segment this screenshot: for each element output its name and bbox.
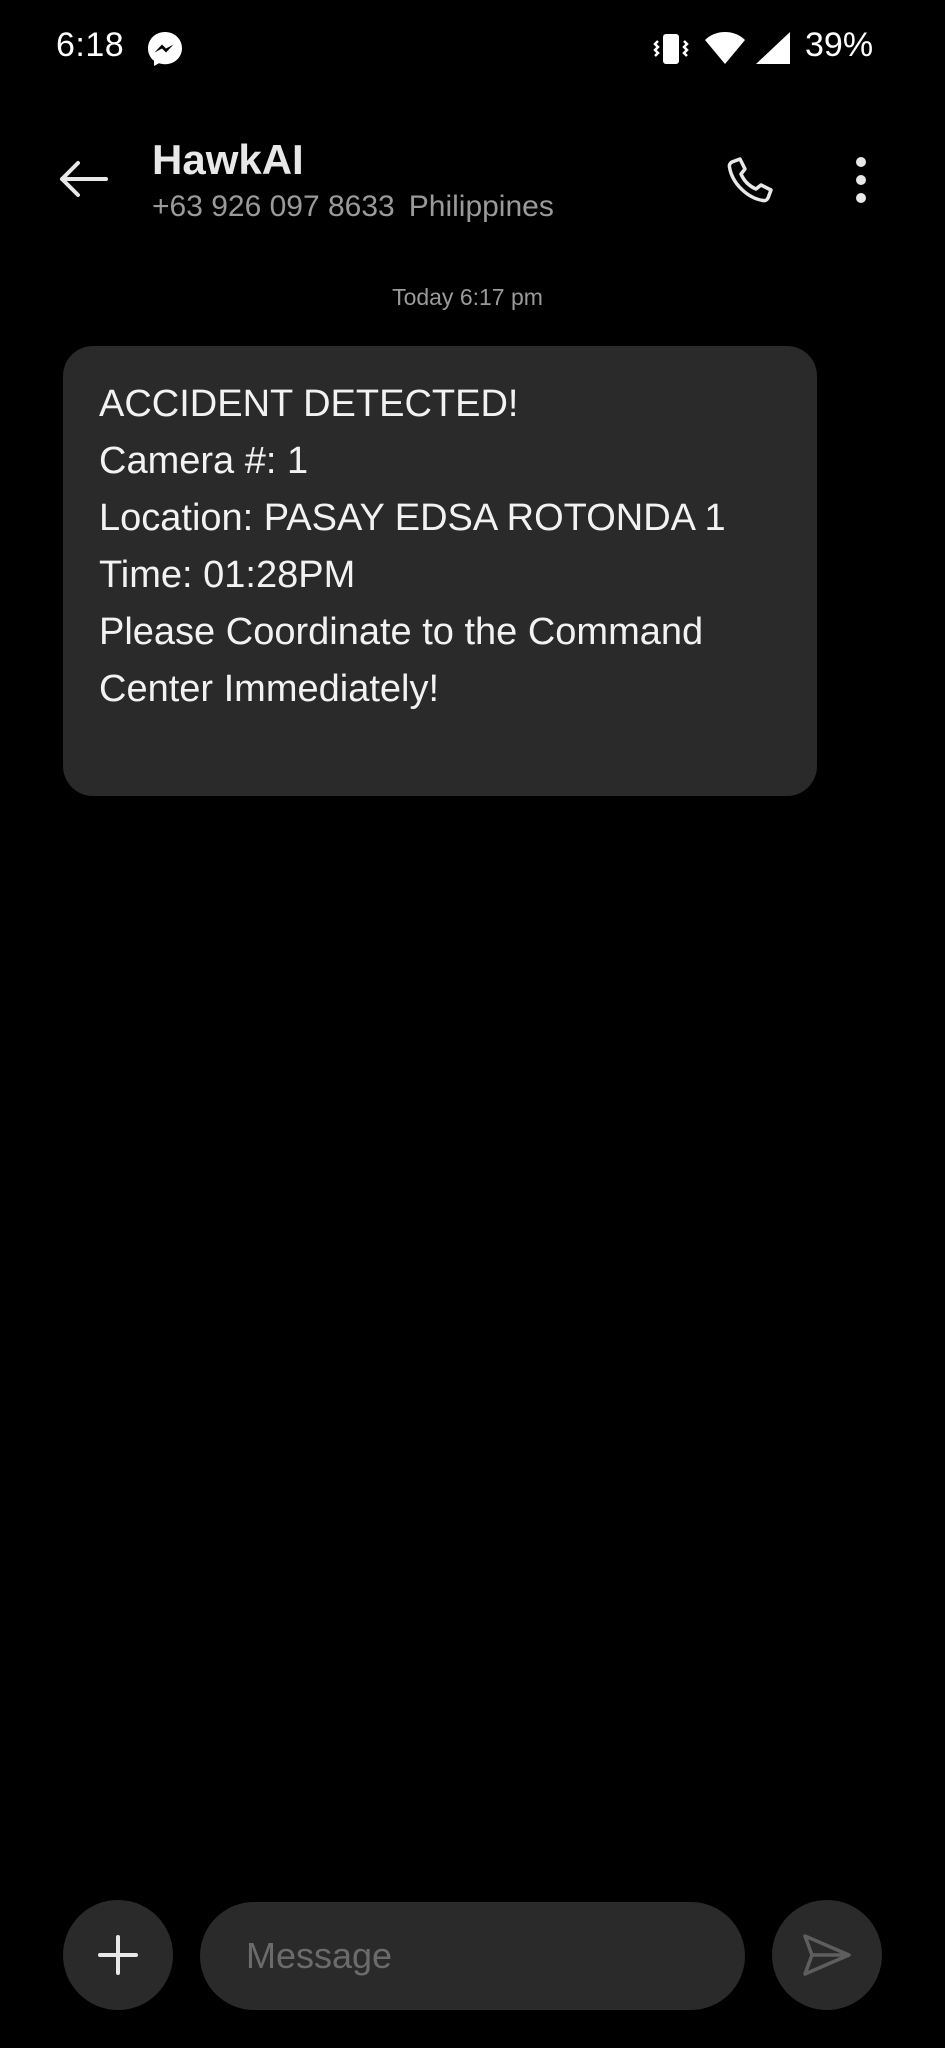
- call-button[interactable]: [722, 152, 778, 208]
- back-button[interactable]: [50, 146, 116, 212]
- phone-icon: [727, 157, 773, 203]
- message-line: Camera #: 1: [99, 440, 309, 482]
- contact-name: HawkAI: [152, 136, 304, 183]
- message-bubble[interactable]: ACCIDENT DETECTED! Camera #: 1 Location:…: [63, 346, 817, 796]
- message-line: Time: 01:28PM: [99, 554, 356, 596]
- add-attachment-button[interactable]: [63, 1900, 173, 2010]
- message-line: Please Coordinate to the Command: [99, 611, 704, 653]
- status-time: 6:18: [56, 26, 125, 64]
- wifi-icon: [704, 30, 746, 66]
- contact-phone-number: +63 926 097 8633: [152, 190, 395, 223]
- more-vert-icon: [856, 157, 866, 203]
- plus-icon: [98, 1935, 138, 1975]
- date-stamp: Today 6:17 pm: [392, 284, 543, 310]
- message-input[interactable]: [200, 1902, 745, 2010]
- more-options-button[interactable]: [842, 152, 880, 208]
- battery-percentage: 39%: [805, 26, 874, 64]
- status-bar: 6:18 39%: [0, 0, 945, 100]
- contact-country: Philippines: [408, 190, 554, 223]
- conversation-header: HawkAI +63 926 097 8633 Philippines: [0, 120, 945, 250]
- send-button[interactable]: [772, 1900, 882, 2010]
- message-line: Location: PASAY EDSA ROTONDA 1: [99, 497, 726, 539]
- send-icon: [803, 1934, 851, 1976]
- messenger-icon: [146, 30, 184, 68]
- message-line: Center Immediately!: [99, 668, 440, 710]
- message-composer: [0, 1900, 945, 2012]
- message-line: ACCIDENT DETECTED!: [99, 383, 519, 425]
- contact-details: +63 926 097 8633 Philippines: [152, 190, 554, 224]
- vibrate-icon: [652, 30, 690, 68]
- signal-icon: [754, 30, 792, 66]
- back-arrow-icon: [60, 161, 108, 197]
